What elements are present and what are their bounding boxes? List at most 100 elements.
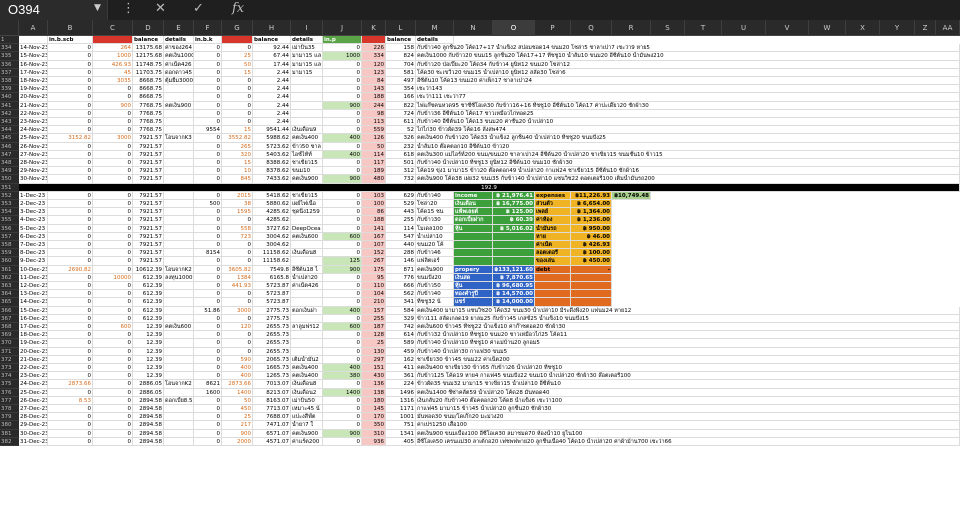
details-cell[interactable]: ไอซ์ไท้ท์ <box>291 150 323 159</box>
details-cell[interactable]: คตเงิน900 <box>291 175 323 184</box>
balance-cell[interactable]: 158 <box>386 44 416 53</box>
amount-cell[interactable]: 441.93 <box>222 282 253 291</box>
details-cell[interactable]: เหมาะ45 น้ <box>291 405 323 414</box>
amount-cell[interactable]: 0 <box>48 323 93 332</box>
details-cell[interactable] <box>164 413 194 422</box>
amount-cell[interactable]: 0 <box>323 216 362 225</box>
balance-cell[interactable]: 497 <box>386 77 416 86</box>
details-cell[interactable]: โมเดล100 <box>416 224 454 233</box>
details-cell[interactable] <box>291 257 323 266</box>
date-cell[interactable]: 18-Nov-23 <box>19 77 48 86</box>
propery-value[interactable]: ฿133,121.60 <box>493 265 535 274</box>
income-item-value[interactable]: ฿ 5,016.02 <box>493 224 535 233</box>
column-header-o[interactable]: O <box>493 20 535 36</box>
details-cell[interactable]: ข้าว111 สลัดเกลด19 ยาลม25 กับข้าว45 เกสซ… <box>416 314 960 323</box>
date-cell[interactable]: 11-Dec-23 <box>19 273 48 282</box>
amount-cell[interactable]: 104 <box>362 290 386 299</box>
amount-cell[interactable]: 0 <box>194 101 222 110</box>
details-cell[interactable] <box>164 150 194 159</box>
details-cell[interactable] <box>164 249 194 258</box>
amount-cell[interactable]: 0 <box>194 52 222 61</box>
date-cell[interactable]: 30-Nov-23 <box>19 175 48 184</box>
amount-cell[interactable]: 559 <box>362 126 386 135</box>
amount-cell[interactable]: 265 <box>222 142 253 151</box>
row-number[interactable]: 372 <box>0 355 19 364</box>
balance-cell[interactable]: 7471.07 <box>253 421 291 430</box>
amount-cell[interactable]: 0 <box>323 405 362 414</box>
balance-cell[interactable]: 6165.8 <box>253 273 291 282</box>
row-number[interactable]: 348 <box>0 159 19 168</box>
amount-cell[interactable]: 0 <box>222 44 253 53</box>
details-cell[interactable] <box>164 421 194 430</box>
details-cell[interactable]: มามา15 <box>291 68 323 77</box>
amount-cell[interactable]: 0 <box>93 355 133 364</box>
amount-cell[interactable]: 1595 <box>222 208 253 217</box>
amount-cell[interactable]: 0 <box>194 232 222 241</box>
details-cell[interactable]: คตเงิน900 ขนมเบื้อง100 อีซีโอเค30 ลมาชมด… <box>416 429 960 438</box>
amount-cell[interactable]: 0 <box>48 126 93 135</box>
details-cell[interactable]: คตเงิน900 โค้ด38 เผ่ย32 ขนม35 กับข้าว40 … <box>416 175 960 184</box>
amount-cell[interactable]: 180 <box>362 396 386 405</box>
balance-cell[interactable]: 224 <box>386 380 416 389</box>
balance-cell[interactable]: 7921.57 <box>133 232 164 241</box>
date-cell[interactable]: 21-Dec-23 <box>19 355 48 364</box>
row-number[interactable]: 377 <box>0 396 19 405</box>
amount-cell[interactable]: 900 <box>323 265 362 274</box>
amount-cell[interactable]: 0 <box>194 68 222 77</box>
row-number[interactable]: 334 <box>0 44 19 53</box>
amount-cell[interactable]: 25 <box>222 413 253 422</box>
balance-cell[interactable]: 232 <box>386 142 416 151</box>
amount-cell[interactable]: 0 <box>323 380 362 389</box>
balance-cell[interactable]: 3727.62 <box>253 224 291 233</box>
income-empty[interactable] <box>454 257 493 266</box>
amount-cell[interactable]: 0 <box>93 249 133 258</box>
column-header-a[interactable]: A <box>19 20 48 36</box>
balance-cell[interactable]: 52 <box>386 126 416 135</box>
formula-input[interactable] <box>258 2 958 18</box>
balance-cell[interactable]: 7549.8 <box>253 265 291 274</box>
amount-cell[interactable]: 0 <box>194 298 222 307</box>
date-cell[interactable]: 23-Nov-23 <box>19 118 48 127</box>
amount-cell[interactable]: 0 <box>323 167 362 176</box>
balance-cell[interactable]: 7921.57 <box>133 208 164 217</box>
amount-cell[interactable]: 38 <box>222 200 253 209</box>
details-cell[interactable]: น้ำยา7 ใ <box>291 421 323 430</box>
details-cell[interactable]: คตเงิน600 ข้าว45 ทีชชู22 น้ำแข็ง10 ค่าก๊… <box>416 323 960 332</box>
amount-cell[interactable]: 0 <box>93 167 133 176</box>
amount-cell[interactable]: 8154 <box>194 249 222 258</box>
amount-cell[interactable]: 152 <box>362 249 386 258</box>
amount-cell[interactable]: 0 <box>194 118 222 127</box>
balance-cell[interactable]: 7921.57 <box>133 134 164 143</box>
amount-cell[interactable]: 0 <box>222 241 253 250</box>
amount-cell[interactable]: 0 <box>222 298 253 307</box>
balance-cell[interactable]: 2894.58 <box>133 437 164 446</box>
column-header-z[interactable]: Z <box>915 20 936 36</box>
balance-cell[interactable]: 288 <box>386 249 416 258</box>
amount-cell[interactable]: 187 <box>362 323 386 332</box>
amount-cell[interactable]: 0 <box>93 331 133 340</box>
amount-cell[interactable]: 130 <box>362 347 386 356</box>
debt-empty[interactable] <box>535 273 571 282</box>
details-cell[interactable]: เงินเดือน8 <box>291 380 323 389</box>
amount-cell[interactable]: 2690.82 <box>48 265 93 274</box>
amount-cell[interactable]: 0 <box>48 372 93 381</box>
amount-cell[interactable]: 3152.82 <box>48 134 93 143</box>
balance-cell[interactable]: 326 <box>386 134 416 143</box>
amount-cell[interactable]: 0 <box>194 257 222 266</box>
details-cell[interactable] <box>164 118 194 127</box>
amount-cell[interactable]: 15 <box>222 159 253 168</box>
amount-cell[interactable]: 0 <box>48 191 93 200</box>
details-cell[interactable]: คตเงิน900 <box>291 429 323 438</box>
column-header-p[interactable]: P <box>535 20 571 36</box>
details-cell[interactable]: เงินกลับ20 กับข้าว40 ต๊อคตอก20 โค้ด8 น้ำ… <box>416 396 960 405</box>
date-cell[interactable]: 23-Dec-23 <box>19 372 48 381</box>
amount-cell[interactable]: 188 <box>362 93 386 102</box>
details-cell[interactable]: กับข้าว40 <box>416 290 454 299</box>
date-cell[interactable]: 10-Dec-23 <box>19 265 48 274</box>
amount-cell[interactable]: 2873.66 <box>222 380 253 389</box>
balance-cell[interactable]: 341 <box>386 298 416 307</box>
column-label[interactable] <box>222 36 253 45</box>
balance-cell[interactable]: 146 <box>386 257 416 266</box>
amount-cell[interactable]: 0 <box>323 298 362 307</box>
amount-cell[interactable]: 0 <box>93 224 133 233</box>
